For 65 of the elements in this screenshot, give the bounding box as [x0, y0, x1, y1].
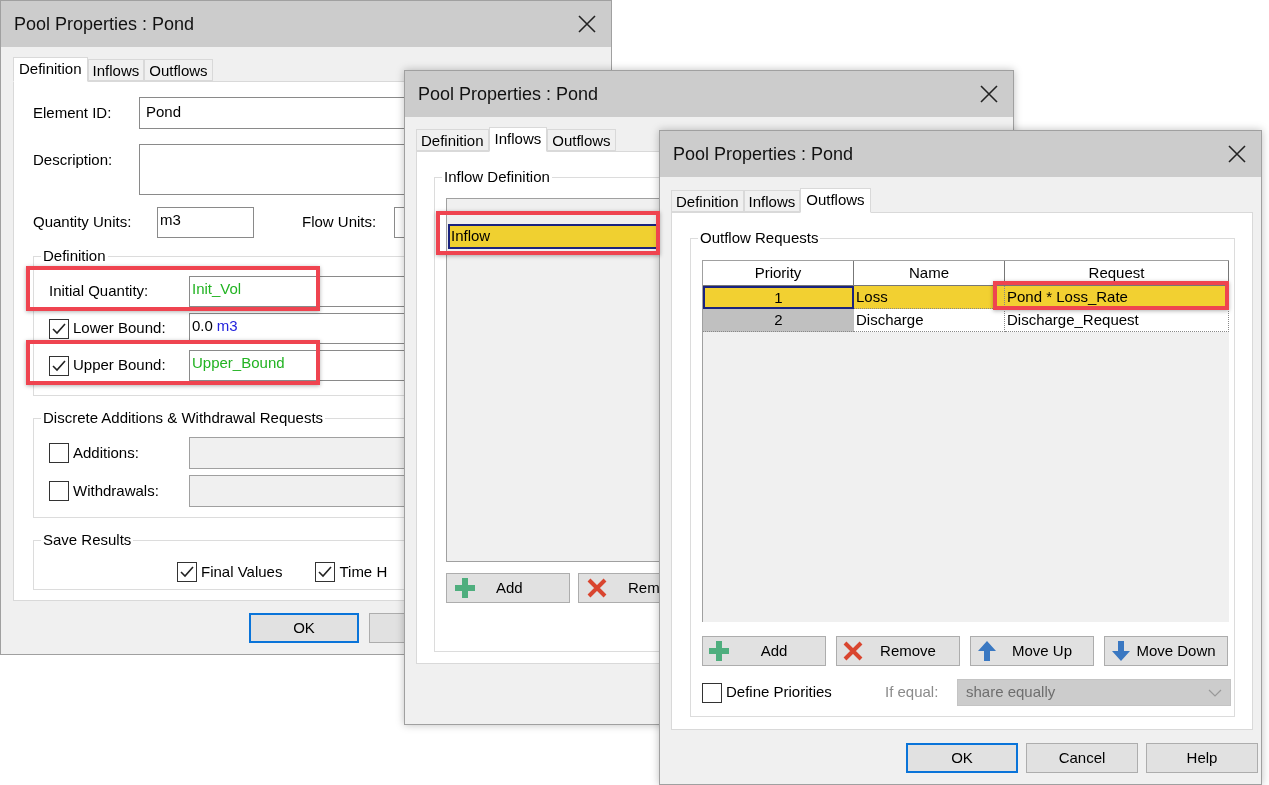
tab[interactable]: Outflows	[144, 59, 213, 81]
chevron-down-icon	[1208, 688, 1222, 697]
action-button[interactable]: Move Down	[1104, 636, 1228, 666]
checkbox[interactable]	[49, 318, 69, 339]
field-label: Initial Quantity:	[49, 281, 150, 302]
table-cell[interactable]: Discharge_Request	[1005, 309, 1229, 332]
tab[interactable]: Definition	[671, 190, 744, 212]
arrow-up-icon	[977, 640, 997, 662]
dialog-button[interactable]: Cancel	[1026, 743, 1138, 773]
table-cell[interactable]: Loss	[854, 286, 1005, 309]
dropdown-value: share equally	[966, 682, 1056, 703]
input-field[interactable]: m3	[157, 207, 254, 238]
field-value: m3	[216, 317, 238, 334]
dialog-button[interactable]: Help	[1146, 743, 1258, 773]
field-value: 0.0	[192, 317, 213, 334]
field-label: Withdrawals:	[73, 480, 160, 501]
field-label: Lower Bound:	[73, 318, 167, 339]
tab[interactable]: Definition	[416, 129, 489, 151]
checkbox-label: Final Values	[201, 562, 283, 582]
check-icon	[180, 566, 194, 579]
action-button[interactable]: Move Up	[970, 636, 1094, 666]
field-label: Upper Bound:	[73, 355, 167, 376]
checkbox[interactable]	[49, 481, 69, 501]
tab[interactable]: Inflows	[87, 59, 145, 81]
tab[interactable]: Outflows	[800, 188, 871, 213]
checkbox[interactable]	[702, 682, 722, 703]
window-title: Pool Properties : Pond	[14, 12, 195, 36]
checkbox[interactable]	[49, 443, 69, 463]
checkbox-label: Define Priorities	[726, 682, 833, 703]
table-cell[interactable]: 2	[703, 309, 854, 332]
dialog-button[interactable]: OK	[906, 743, 1018, 773]
field-label: Additions:	[73, 442, 140, 463]
action-button[interactable]: Add	[702, 636, 826, 666]
checkbox-label: Time H	[339, 562, 388, 582]
field-label: Quantity Units:	[33, 212, 133, 233]
field-label: Flow Units:	[302, 212, 378, 233]
cross-icon	[587, 578, 607, 598]
field-value: Upper_Bound	[192, 354, 285, 371]
dialog-button[interactable]: OK	[249, 613, 359, 643]
field-label: Element ID:	[33, 102, 113, 123]
cross-icon	[843, 641, 863, 661]
close-icon	[578, 15, 596, 33]
close-icon	[980, 85, 998, 103]
checkbox[interactable]	[177, 562, 197, 583]
tab[interactable]: Definition	[13, 57, 88, 82]
field-label: Description:	[33, 150, 114, 170]
check-icon	[52, 322, 66, 335]
checkbox[interactable]	[315, 562, 336, 583]
field-value: Init_Vol	[192, 280, 242, 297]
plus-icon	[709, 641, 729, 661]
tab[interactable]: Inflows	[488, 127, 548, 152]
checkbox[interactable]	[49, 355, 69, 376]
table-cell[interactable]: 1	[703, 286, 854, 309]
action-button[interactable]: Add	[446, 573, 570, 603]
tab[interactable]: Outflows	[547, 129, 616, 151]
arrow-down-icon	[1111, 640, 1131, 662]
tab[interactable]: Inflows	[743, 190, 801, 212]
plus-icon	[455, 578, 475, 598]
close-icon	[1228, 145, 1246, 163]
check-icon	[52, 359, 66, 372]
table-cell[interactable]: Discharge	[854, 309, 1005, 332]
check-icon	[318, 566, 333, 579]
action-button[interactable]: Remove	[836, 636, 960, 666]
field-label: If equal:	[885, 682, 940, 703]
window-title: Pool Properties : Pond	[673, 142, 854, 166]
